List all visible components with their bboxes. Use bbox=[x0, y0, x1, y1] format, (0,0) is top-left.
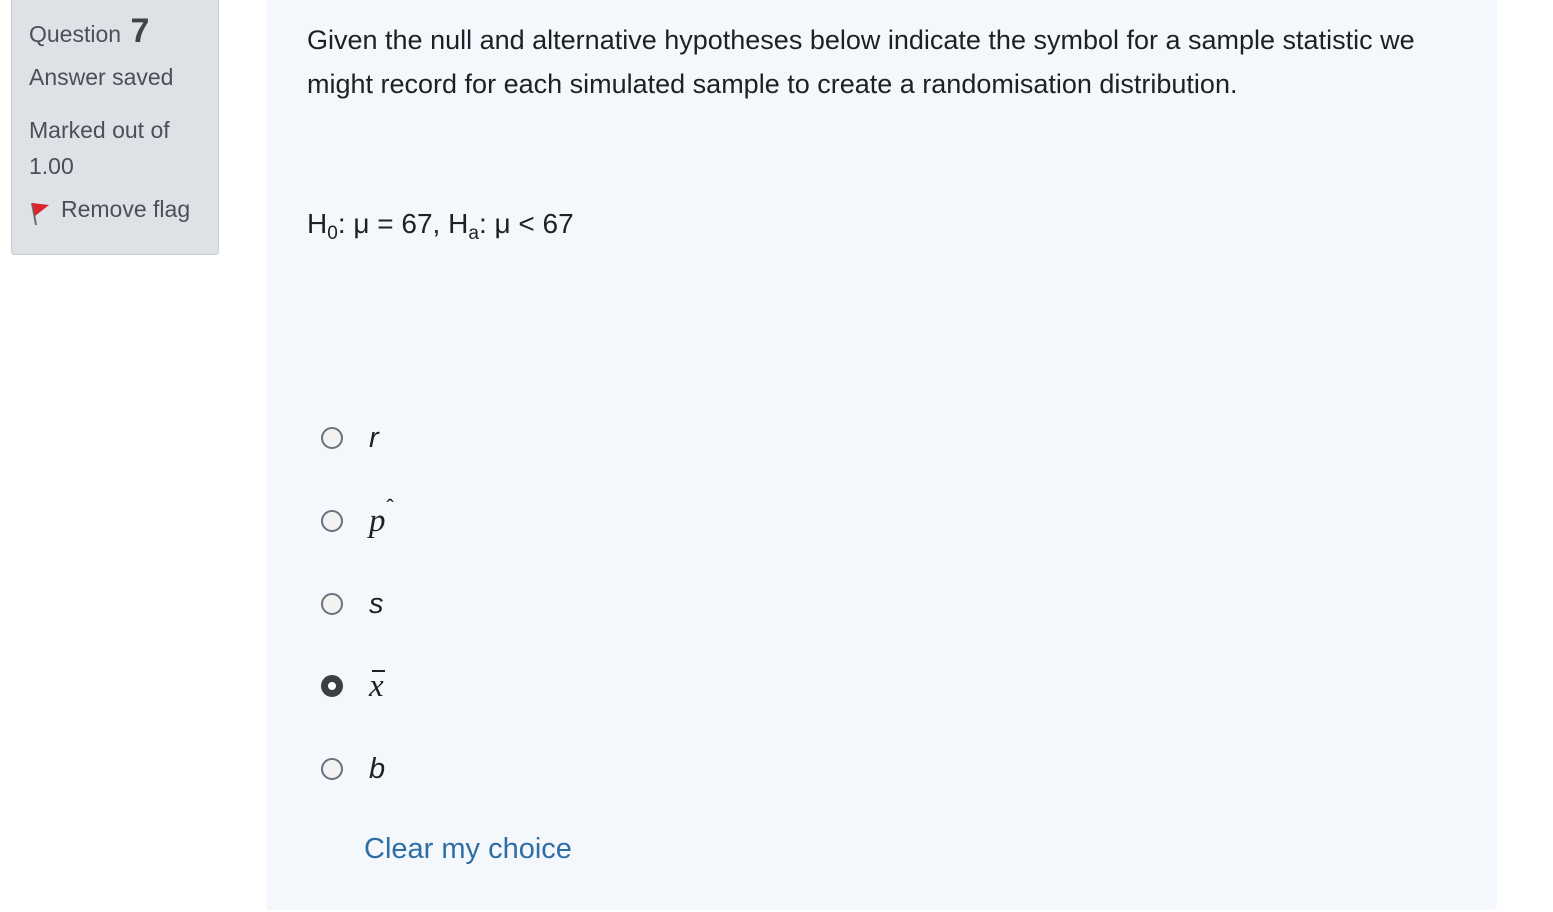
radio-button[interactable] bbox=[321, 758, 343, 780]
grade-label: Marked out of bbox=[29, 117, 170, 143]
answer-state: Answer saved bbox=[29, 64, 174, 90]
option-symbol: p bbox=[369, 502, 386, 539]
option-label: x bbox=[369, 667, 385, 705]
option-label: r bbox=[369, 421, 379, 454]
option-s[interactable]: s bbox=[321, 584, 621, 624]
radio-button[interactable] bbox=[321, 427, 343, 449]
option-r[interactable]: r bbox=[321, 418, 621, 458]
h-alt-symbol: H bbox=[448, 208, 469, 239]
remove-flag-button[interactable]: Remove flag bbox=[29, 196, 218, 225]
question-content: Given the null and alternative hypothese… bbox=[266, 0, 1497, 910]
grade-value: 1.00 bbox=[29, 153, 74, 179]
h-alt-subscript: a bbox=[468, 223, 479, 244]
remove-flag-label: Remove flag bbox=[61, 196, 191, 222]
option-x-bar[interactable]: x bbox=[321, 666, 621, 706]
radio-button[interactable] bbox=[321, 593, 343, 615]
option-label: s bbox=[369, 587, 384, 620]
option-p-hat[interactable]: pˆ bbox=[321, 495, 621, 541]
radio-button-selected[interactable] bbox=[321, 675, 343, 697]
hypotheses: H0: μ = 67, Ha: μ < 67 bbox=[307, 208, 574, 243]
h-alt-expression: : μ < 67 bbox=[478, 208, 574, 239]
hat-accent: ˆ bbox=[386, 494, 394, 520]
option-b[interactable]: b bbox=[321, 749, 621, 789]
question-number-value: 7 bbox=[130, 12, 150, 50]
question-label: Question bbox=[29, 21, 122, 47]
option-symbol: x bbox=[369, 667, 385, 704]
option-label: b bbox=[369, 752, 386, 785]
question-number: Question 7 bbox=[29, 11, 218, 51]
h-null-expression: : μ = 67, bbox=[337, 208, 449, 239]
grade-info: Marked out of 1.00 bbox=[29, 112, 218, 184]
clear-choice-link[interactable]: Clear my choice bbox=[364, 833, 572, 866]
option-label: pˆ bbox=[369, 495, 394, 540]
flag-icon bbox=[31, 202, 49, 225]
question-text: Given the null and alternative hypothese… bbox=[307, 25, 1415, 99]
h-null-subscript: 0 bbox=[327, 223, 338, 244]
h-null-symbol: H bbox=[307, 208, 328, 239]
radio-button[interactable] bbox=[321, 510, 343, 532]
question-info-panel: Question 7 Answer saved Marked out of 1.… bbox=[11, 0, 219, 255]
